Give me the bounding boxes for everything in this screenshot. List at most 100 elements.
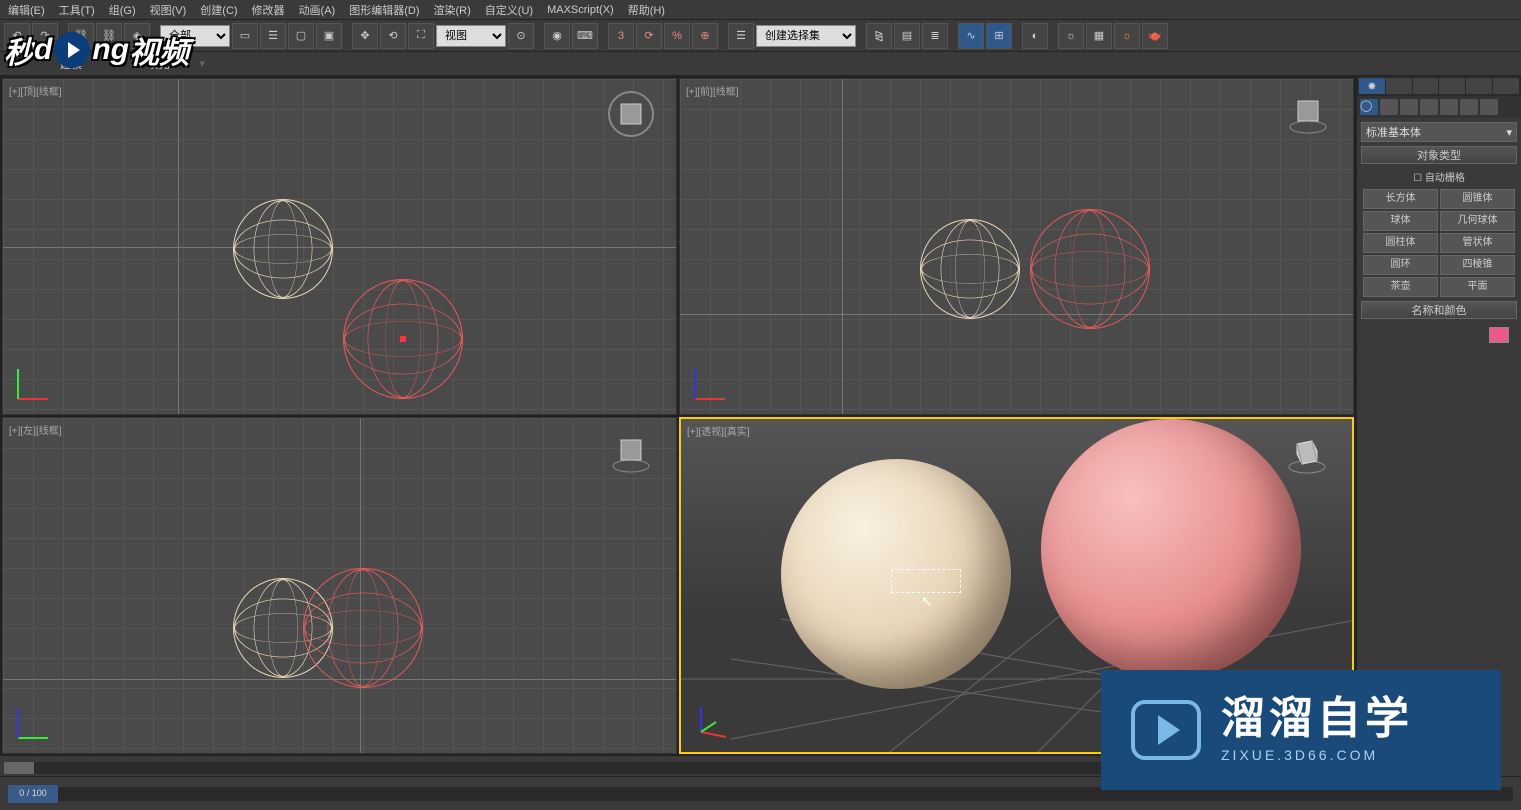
box-button[interactable]: 长方体 bbox=[1363, 189, 1438, 209]
brand-name: 溜溜自学 bbox=[1221, 697, 1413, 741]
curve-editor-button[interactable]: ∿ bbox=[958, 23, 984, 49]
scrollbar-thumb[interactable] bbox=[4, 762, 34, 774]
plane-button[interactable]: 平面 bbox=[1440, 277, 1515, 297]
material-editor-button[interactable]: ◐ bbox=[1022, 23, 1048, 49]
viewport-front[interactable]: [+][前][线框] bbox=[679, 78, 1354, 415]
align-button[interactable]: ▤ bbox=[894, 23, 920, 49]
brand-url: ZIXUE.3D66.COM bbox=[1221, 747, 1413, 763]
shapes-icon[interactable] bbox=[1380, 99, 1398, 115]
viewcube-icon[interactable] bbox=[1283, 89, 1333, 139]
spacewarps-icon[interactable] bbox=[1460, 99, 1478, 115]
spinner-snap-button[interactable]: ⊕ bbox=[692, 23, 718, 49]
geosphere-button[interactable]: 几何球体 bbox=[1440, 211, 1515, 231]
menu-render[interactable]: 渲染(R) bbox=[434, 2, 471, 18]
ribbon-bar: 建模 ▾ 填充 ▾ bbox=[0, 52, 1521, 76]
menu-create[interactable]: 创建(C) bbox=[200, 2, 237, 18]
rotate-button[interactable]: ⟲ bbox=[380, 23, 406, 49]
percent-snap-button[interactable]: % bbox=[664, 23, 690, 49]
display-tab[interactable] bbox=[1466, 78, 1492, 94]
viewcube-icon[interactable] bbox=[1282, 429, 1332, 479]
brand-watermark: 溜溜自学 ZIXUE.3D66.COM bbox=[1101, 670, 1501, 790]
object-type-rollout[interactable]: 对象类型 bbox=[1361, 146, 1517, 164]
menu-help[interactable]: 帮助(H) bbox=[628, 2, 665, 18]
menu-customize[interactable]: 自定义(U) bbox=[485, 2, 533, 18]
menu-modifiers[interactable]: 修改器 bbox=[252, 2, 285, 18]
menu-edit[interactable]: 编辑(E) bbox=[8, 2, 45, 18]
teapot-icon[interactable]: 🫖 bbox=[1142, 23, 1168, 49]
viewcube-icon[interactable] bbox=[606, 428, 656, 478]
brand-play-icon bbox=[1131, 700, 1201, 760]
motion-tab[interactable] bbox=[1439, 78, 1465, 94]
modify-tab[interactable] bbox=[1386, 78, 1412, 94]
cone-button[interactable]: 圆锥体 bbox=[1440, 189, 1515, 209]
viewport-label-left[interactable]: [+][左][线框] bbox=[9, 422, 62, 437]
snap-toggle-button[interactable]: 3 bbox=[608, 23, 634, 49]
auto-grid-checkbox[interactable]: ☐ 自动栅格 bbox=[1357, 166, 1521, 187]
helpers-icon[interactable] bbox=[1440, 99, 1458, 115]
name-color-rollout[interactable]: 名称和颜色 bbox=[1361, 301, 1517, 319]
pivot-button[interactable]: ⊙ bbox=[508, 23, 534, 49]
render-button[interactable]: ☼ bbox=[1114, 23, 1140, 49]
mirror-button[interactable]: ⧎ bbox=[866, 23, 892, 49]
hierarchy-tab[interactable] bbox=[1413, 78, 1439, 94]
menu-maxscript[interactable]: MAXScript(X) bbox=[547, 4, 614, 16]
viewport-label-front[interactable]: [+][前][线框] bbox=[686, 83, 739, 98]
menu-tools[interactable]: 工具(T) bbox=[59, 2, 95, 18]
viewcube-icon[interactable] bbox=[606, 89, 656, 139]
menu-graph[interactable]: 图形编辑器(D) bbox=[349, 2, 419, 18]
utilities-tab[interactable] bbox=[1493, 78, 1519, 94]
select-button[interactable]: ▭ bbox=[232, 23, 258, 49]
sphere-pink bbox=[1041, 419, 1301, 679]
edit-selection-set-button[interactable]: ☰ bbox=[728, 23, 754, 49]
create-category-tabs: ◯ bbox=[1357, 96, 1521, 118]
timeline-frame-marker[interactable]: 0 / 100 bbox=[8, 785, 58, 803]
tube-button[interactable]: 管状体 bbox=[1440, 233, 1515, 253]
cameras-icon[interactable] bbox=[1420, 99, 1438, 115]
chevron-down-icon: ▾ bbox=[1506, 126, 1512, 139]
angle-snap-button[interactable]: ⟳ bbox=[636, 23, 662, 49]
pyramid-button[interactable]: 四棱锥 bbox=[1440, 255, 1515, 275]
sphere-cream bbox=[781, 459, 1011, 689]
select-region-button[interactable]: ▢ bbox=[288, 23, 314, 49]
layers-button[interactable]: ≣ bbox=[922, 23, 948, 49]
cylinder-button[interactable]: 圆柱体 bbox=[1363, 233, 1438, 253]
manipulate-button[interactable]: ◉ bbox=[544, 23, 570, 49]
torus-button[interactable]: 圆环 bbox=[1363, 255, 1438, 275]
axis-gizmo-icon bbox=[691, 702, 731, 742]
command-panel: ✸ ◯ 标准基本体▾ 对象类型 ☐ 自动栅格 长方体 圆锥体 球体 几何球体 圆… bbox=[1356, 76, 1521, 756]
create-tab[interactable]: ✸ bbox=[1359, 78, 1385, 94]
menu-animation[interactable]: 动画(A) bbox=[299, 2, 336, 18]
command-panel-tabs: ✸ bbox=[1357, 76, 1521, 96]
primitive-category-dropdown[interactable]: 标准基本体▾ bbox=[1361, 122, 1517, 142]
axis-gizmo-icon bbox=[690, 364, 730, 404]
named-selection[interactable]: 创建选择集 bbox=[756, 25, 856, 47]
move-button[interactable]: ✥ bbox=[352, 23, 378, 49]
viewport-label-perspective[interactable]: [+][透视][真实] bbox=[687, 423, 750, 438]
menu-group[interactable]: 组(G) bbox=[109, 2, 136, 18]
viewport-label-top[interactable]: [+][顶][线框] bbox=[9, 83, 62, 98]
play-icon bbox=[68, 42, 80, 58]
viewport-top[interactable]: [+][顶][线框] bbox=[2, 78, 677, 415]
keyboard-button[interactable]: ⌨ bbox=[572, 23, 598, 49]
geometry-icon[interactable]: ◯ bbox=[1360, 99, 1378, 115]
main-toolbar: ↶ ↷ ⛓ ⛓ ◈ 全部 ▭ ☰ ▢ ▣ ✥ ⟲ ⛶ 视图 ⊙ ◉ ⌨ 3 ⟳ … bbox=[0, 20, 1521, 52]
select-name-button[interactable]: ☰ bbox=[260, 23, 286, 49]
viewport-grid: [+][顶][线框] [+][前][线框] bbox=[0, 76, 1356, 756]
window-crossing-button[interactable]: ▣ bbox=[316, 23, 342, 49]
render-setup-button[interactable]: ☼ bbox=[1058, 23, 1084, 49]
ref-coord-select[interactable]: 视图 bbox=[436, 25, 506, 47]
lights-icon[interactable] bbox=[1400, 99, 1418, 115]
axis-gizmo-icon bbox=[13, 364, 53, 404]
axis-gizmo-icon bbox=[13, 703, 53, 743]
video-watermark-logo: 秒dng视频 bbox=[4, 28, 189, 72]
systems-icon[interactable] bbox=[1480, 99, 1498, 115]
menu-views[interactable]: 视图(V) bbox=[150, 2, 187, 18]
viewport-left[interactable]: [+][左][线框] bbox=[2, 417, 677, 754]
menubar: 编辑(E) 工具(T) 组(G) 视图(V) 创建(C) 修改器 动画(A) 图… bbox=[0, 0, 1521, 20]
scale-button[interactable]: ⛶ bbox=[408, 23, 434, 49]
sphere-button[interactable]: 球体 bbox=[1363, 211, 1438, 231]
render-frame-button[interactable]: ▦ bbox=[1086, 23, 1112, 49]
schematic-view-button[interactable]: ⊞ bbox=[986, 23, 1012, 49]
object-color-swatch[interactable] bbox=[1489, 327, 1509, 343]
teapot-button[interactable]: 茶壶 bbox=[1363, 277, 1438, 297]
